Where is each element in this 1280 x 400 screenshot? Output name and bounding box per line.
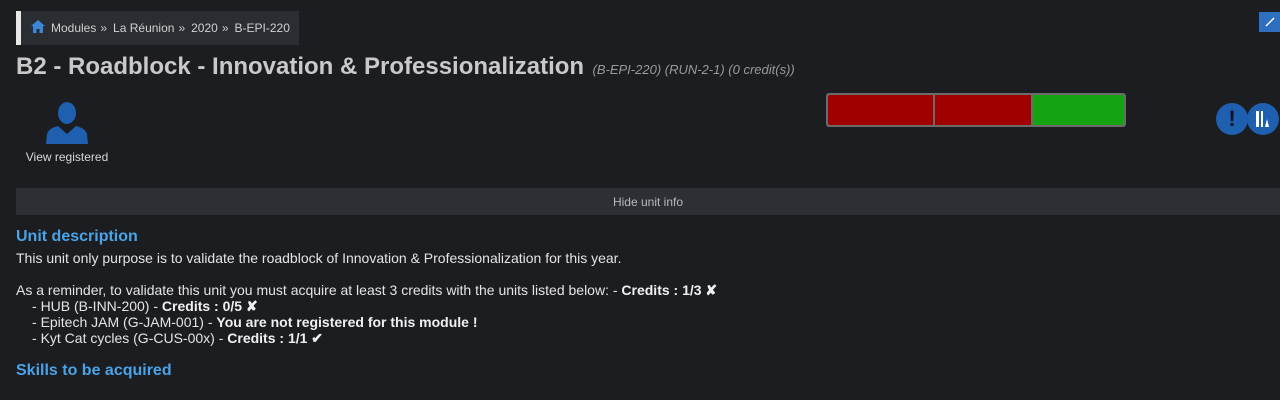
edit-button[interactable] — [1259, 12, 1280, 32]
progress-segment-fail — [828, 95, 934, 125]
unit-info: Unit description This unit only purpose … — [16, 228, 1256, 346]
reminder-text: As a reminder, to validate this unit you… — [16, 282, 622, 298]
toggle-unit-info-button[interactable]: Hide unit info — [16, 188, 1280, 215]
breadcrumb-modules[interactable]: Modules — [51, 21, 96, 35]
credits-reminder: As a reminder, to validate this unit you… — [16, 282, 1256, 298]
toggle-unit-info-label: Hide unit info — [612, 194, 684, 209]
breadcrumb-separator: » — [221, 21, 229, 35]
unit-name: HUB (B-INN-200) - — [40, 298, 162, 314]
breadcrumb-separator: » — [100, 21, 108, 35]
home-icon[interactable] — [31, 19, 45, 33]
list-item: Epitech JAM (G-JAM-001) - You are not re… — [32, 314, 1256, 330]
unit-name: Kyt Cat cycles (G-CUS-00x) - — [40, 330, 228, 346]
stats-button[interactable] — [1247, 103, 1279, 135]
required-units-list: HUB (B-INN-200) - Credits : 0/5 ✘ Epitec… — [32, 298, 1256, 346]
list-item: HUB (B-INN-200) - Credits : 0/5 ✘ — [32, 298, 1256, 314]
unit-status: Credits : 1/1 ✔ — [227, 330, 324, 346]
user-icon — [46, 102, 88, 144]
alert-button[interactable]: ! — [1216, 103, 1248, 135]
breadcrumb-separator: » — [178, 21, 186, 35]
page-title: B2 - Roadblock - Innovation & Profession… — [16, 53, 795, 81]
breadcrumb-year[interactable]: 2020 — [191, 21, 218, 35]
unit-description-text: This unit only purpose is to validate th… — [16, 250, 622, 266]
exclamation-icon: ! — [1228, 106, 1236, 131]
progress-segment-fail — [935, 95, 1032, 125]
credits-progress-bar — [826, 93, 1126, 127]
unit-name: Epitech JAM (G-JAM-001) - — [40, 314, 217, 330]
view-registered-button[interactable]: View registered — [16, 100, 118, 164]
skills-heading: Skills to be acquired — [16, 362, 172, 379]
breadcrumb: Modules » La Réunion » 2020 » B-EPI-220 — [16, 11, 299, 45]
breadcrumb-location[interactable]: La Réunion — [113, 21, 174, 35]
list-item: Kyt Cat cycles (G-CUS-00x) - Credits : 1… — [32, 330, 1256, 346]
unit-description-heading: Unit description — [16, 228, 138, 245]
reminder-credits: Credits : 1/3 ✘ — [621, 282, 718, 298]
unit-status: Credits : 0/5 ✘ — [161, 298, 258, 314]
stats-icon — [1256, 111, 1269, 127]
module-title: B2 - Roadblock - Innovation & Profession… — [16, 53, 585, 80]
breadcrumb-module-code[interactable]: B-EPI-220 — [235, 21, 290, 35]
progress-segment-pass — [1033, 95, 1124, 125]
module-meta: (B-EPI-220) (RUN-2-1) (0 credit(s)) — [592, 62, 795, 77]
unit-status: You are not registered for this module ! — [216, 314, 478, 330]
view-registered-label: View registered — [25, 150, 109, 164]
pencil-icon — [1264, 17, 1275, 27]
